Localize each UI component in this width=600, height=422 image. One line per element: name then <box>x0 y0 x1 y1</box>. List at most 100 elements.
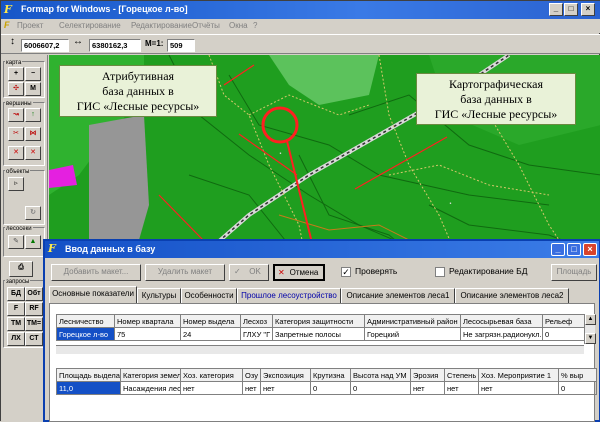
column-header[interactable]: Лесосырьевая база <box>460 314 543 328</box>
measure-icon[interactable]: M <box>25 82 41 96</box>
title-bar[interactable]: F Formap for Windows - [Горецкое л-во] _… <box>1 1 600 19</box>
pencil-icon[interactable]: ✎ <box>8 235 24 249</box>
vertical-scrollbar-top[interactable]: ▲ ▼ <box>584 314 596 344</box>
tab-previous-survey[interactable]: Прошлое лесоустройство <box>237 288 341 303</box>
table-cell[interactable]: нет <box>444 381 479 395</box>
document-icon[interactable]: F <box>4 20 10 30</box>
merge-icon[interactable]: ⋈ <box>25 127 41 141</box>
query-db-button[interactable]: БД <box>7 287 25 301</box>
dialog-maximize-button[interactable]: □ <box>567 243 581 256</box>
query-obj-button[interactable]: Обт <box>25 287 43 301</box>
tree-icon[interactable]: ▲ <box>25 235 41 249</box>
table-cell[interactable]: нет <box>180 381 243 395</box>
table-cell[interactable]: 0 <box>350 381 411 395</box>
menu-edit[interactable]: Редактирование <box>131 21 192 30</box>
column-header[interactable]: Площадь выдела <box>56 368 121 382</box>
column-header[interactable]: Озу <box>242 368 261 382</box>
scale-label: M=1: <box>145 39 164 48</box>
query-f-button[interactable]: F <box>7 302 25 316</box>
x-coordinate-field[interactable]: 6006607,2 <box>21 39 69 52</box>
table-cell[interactable]: Горецкое л-во <box>56 327 115 341</box>
menu-windows[interactable]: Окна <box>229 21 248 30</box>
column-header[interactable]: Степень <box>444 368 479 382</box>
table-cell[interactable]: Запретные полосы <box>272 327 365 341</box>
tab-cultures[interactable]: Культуры <box>137 288 181 303</box>
scroll-down-icon[interactable]: ▼ <box>585 333 596 344</box>
column-header[interactable]: Рельеф <box>542 314 587 328</box>
rotate-icon[interactable]: ↻ <box>25 206 41 220</box>
menu-help[interactable]: ? <box>253 21 257 30</box>
column-header[interactable]: Номер квартала <box>114 314 181 328</box>
table-cell[interactable]: нет <box>478 381 559 395</box>
scale-field[interactable]: 509 <box>167 39 195 52</box>
table-cell[interactable]: 0 <box>558 381 597 395</box>
maximize-button[interactable]: □ <box>564 3 578 16</box>
area-button[interactable]: Площадь <box>551 264 597 281</box>
zoom-out-icon[interactable]: − <box>25 67 41 81</box>
table-cell[interactable]: нет <box>410 381 445 395</box>
add-template-button[interactable]: Добавить макет... <box>51 264 141 281</box>
query-tm-eq-button[interactable]: ТМ= <box>25 317 43 331</box>
scroll-up-icon[interactable]: ▲ <box>585 314 596 325</box>
table-row[interactable]: Горецкое л-во 75 24 ГЛХУ "Г Запретные по… <box>56 327 587 341</box>
table-row[interactable]: 11,0 Насаждения лесные нет нет нет 0 0 н… <box>56 381 597 395</box>
query-st-button[interactable]: СТ <box>25 332 43 346</box>
column-header[interactable]: Категория земель <box>120 368 181 382</box>
y-coordinate-field[interactable]: 6380162,3 <box>89 39 141 52</box>
select-object-icon[interactable]: ▹ <box>8 177 24 191</box>
column-header[interactable]: Административный район <box>364 314 461 328</box>
close-button[interactable]: × <box>581 3 595 16</box>
split-icon[interactable]: ✂ <box>8 127 24 141</box>
move-vertex-icon[interactable]: ↝ <box>8 108 24 122</box>
zoom-in-icon[interactable]: + <box>8 67 24 81</box>
column-header[interactable]: Номер выдела <box>180 314 241 328</box>
tab-features[interactable]: Особенности <box>181 288 237 303</box>
table-cell[interactable]: Насаждения лесные <box>120 381 181 395</box>
dialog-close-button[interactable]: × <box>583 243 597 256</box>
table-cell[interactable]: 24 <box>180 327 241 341</box>
column-header[interactable]: Категория защитности <box>272 314 365 328</box>
print-icon[interactable]: ⎙ <box>9 261 33 277</box>
delete-template-button[interactable]: Удалить макет <box>145 264 225 281</box>
add-vertex-icon[interactable]: ↑ <box>25 108 41 122</box>
query-rf-button[interactable]: RF <box>25 302 43 316</box>
group-label: лесосеки <box>5 226 33 232</box>
dialog-title-bar[interactable]: F Ввод данных в базу _ □ × <box>45 241 599 258</box>
delete-vertex-icon[interactable]: ✕ <box>8 146 24 160</box>
column-header[interactable]: Крутизна <box>310 368 351 382</box>
horizontal-scrollbar-top[interactable] <box>56 345 584 354</box>
pan-icon[interactable]: ✣ <box>8 82 24 96</box>
menu-project[interactable]: Проект <box>17 21 43 30</box>
menu-select[interactable]: Селектирование <box>59 21 121 30</box>
column-header[interactable]: % выр <box>558 368 597 382</box>
table-cell[interactable]: ГЛХУ "Г <box>240 327 273 341</box>
column-header[interactable]: Хоз. категория <box>180 368 243 382</box>
column-header[interactable]: Экспозиция <box>260 368 311 382</box>
menu-reports[interactable]: Отчёты <box>192 21 220 30</box>
tab-forest-elements-2[interactable]: Описание элементов леса2 <box>455 288 569 303</box>
tab-main-indicators[interactable]: Основные показатели <box>49 286 137 303</box>
ok-button[interactable]: ✓ OK <box>229 264 269 281</box>
table-cell[interactable]: 75 <box>114 327 181 341</box>
cancel-button[interactable]: ✕ Отмена <box>273 264 325 281</box>
edit-db-checkbox[interactable] <box>435 267 445 277</box>
table-cell[interactable]: Горецкий <box>364 327 461 341</box>
tab-forest-elements-1[interactable]: Описание элементов леса1 <box>341 288 455 303</box>
delete-segment-icon[interactable]: ✕ <box>25 146 41 160</box>
table-cell[interactable]: нет <box>242 381 261 395</box>
column-header[interactable]: Эрозия <box>410 368 445 382</box>
minimize-button[interactable]: _ <box>549 3 563 16</box>
column-header[interactable]: Высота над УМ <box>350 368 411 382</box>
verify-checkbox[interactable]: ✓ <box>341 267 351 277</box>
column-header[interactable]: Хоз. Мероприятие 1 <box>478 368 559 382</box>
table-cell[interactable]: 0 <box>542 327 587 341</box>
query-lh-button[interactable]: ЛХ <box>7 332 25 346</box>
column-header[interactable]: Лесничество <box>56 314 115 328</box>
dialog-minimize-button[interactable]: _ <box>551 243 565 256</box>
table-cell[interactable]: 0 <box>310 381 351 395</box>
column-header[interactable]: Лесхоз <box>240 314 273 328</box>
table-cell[interactable]: нет <box>260 381 311 395</box>
table-cell[interactable]: Не загрязн.радионукл. <box>460 327 543 341</box>
table-cell[interactable]: 11,0 <box>56 381 121 395</box>
query-tm-button[interactable]: ТМ <box>7 317 25 331</box>
